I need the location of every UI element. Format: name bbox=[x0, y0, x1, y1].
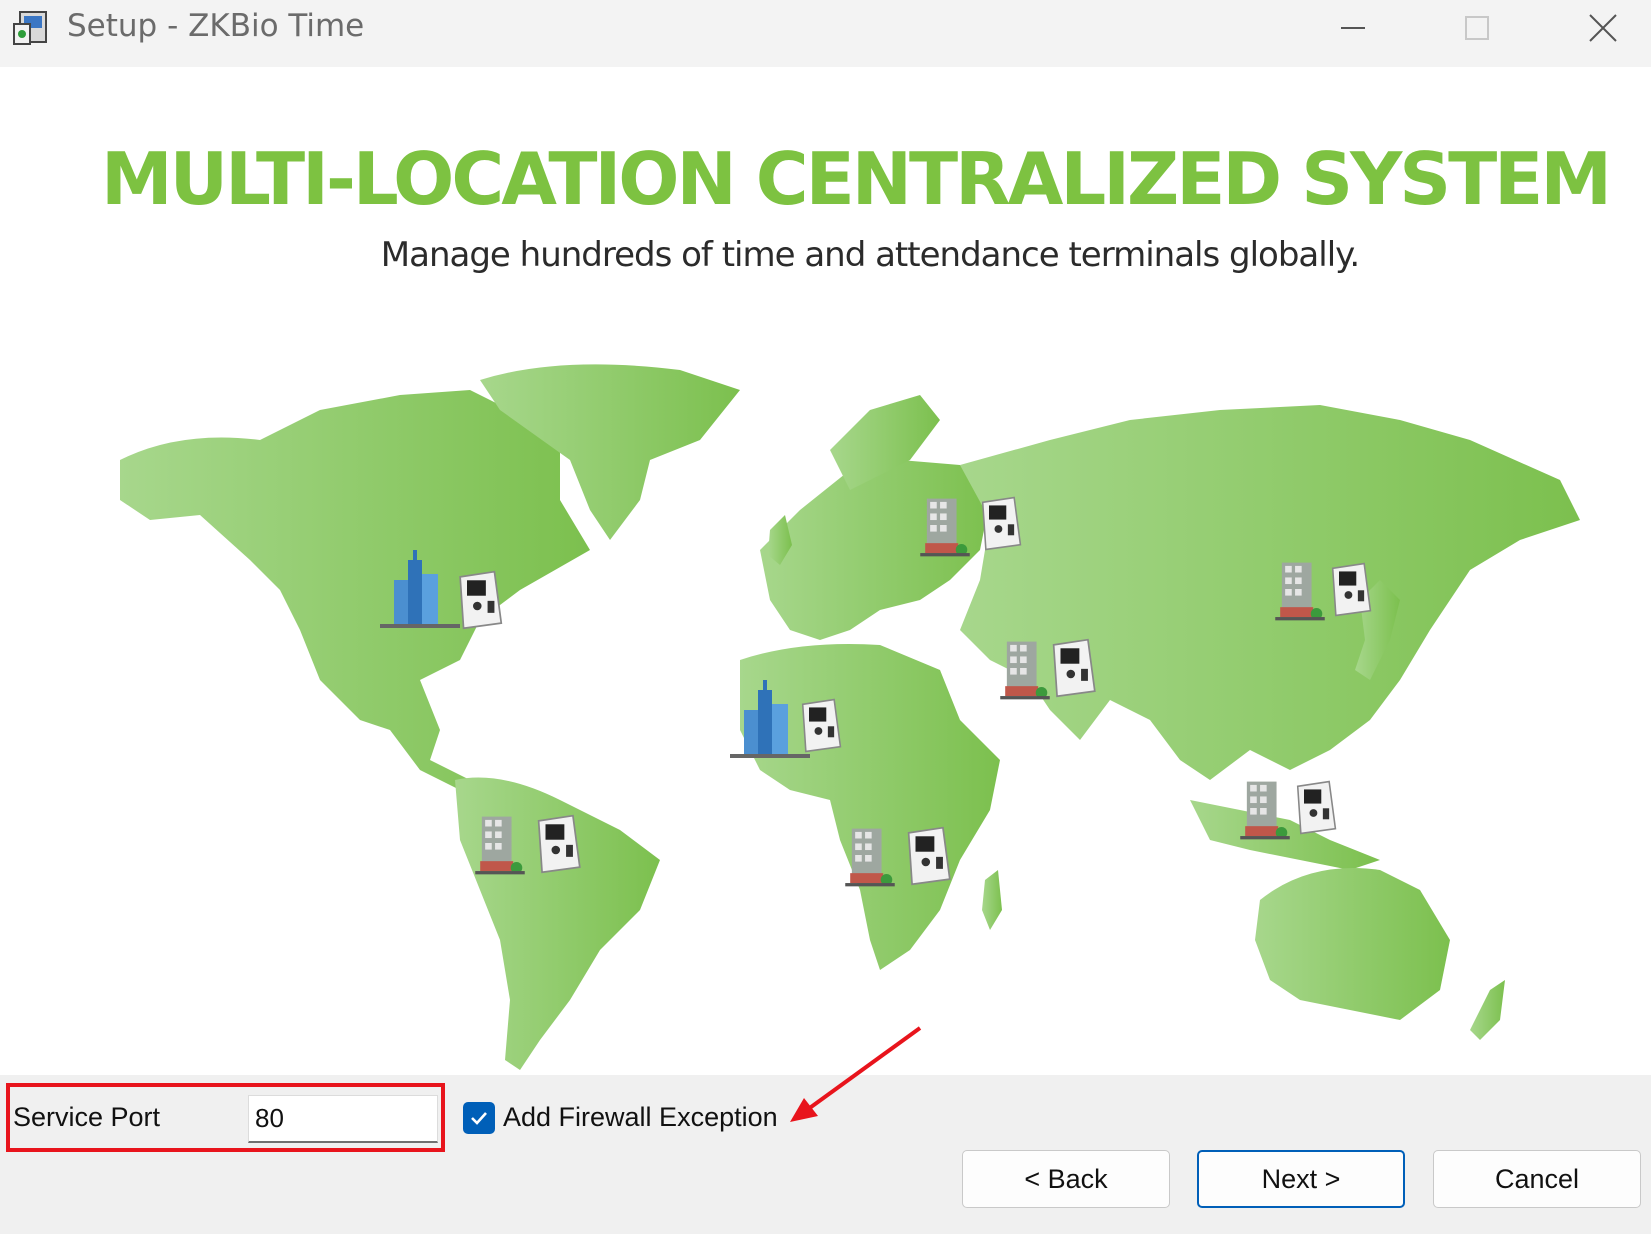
terminal-icon bbox=[907, 826, 951, 886]
maximize-button[interactable] bbox=[1422, 0, 1532, 56]
terminal-icon bbox=[801, 698, 842, 753]
service-port-input[interactable] bbox=[248, 1095, 438, 1143]
world-map-illustration bbox=[120, 364, 1580, 1070]
terminal-icon bbox=[981, 496, 1022, 551]
terminal-icon bbox=[459, 570, 503, 630]
back-button[interactable]: < Back bbox=[962, 1150, 1170, 1208]
terminal-icon bbox=[1296, 780, 1337, 835]
firewall-checkbox[interactable] bbox=[463, 1102, 495, 1134]
checkmark-icon bbox=[471, 1112, 487, 1125]
continents bbox=[120, 364, 1580, 1070]
close-icon bbox=[1589, 14, 1617, 42]
terminal-icon bbox=[537, 814, 581, 874]
building-icon bbox=[1240, 781, 1290, 840]
banner-headline: MULTI-LOCATION CENTRALIZED SYSTEM bbox=[100, 137, 1612, 221]
cancel-button[interactable]: Cancel bbox=[1433, 1150, 1641, 1208]
terminal-icon bbox=[1331, 562, 1372, 617]
next-button[interactable]: Next > bbox=[1197, 1150, 1405, 1208]
minimize-button[interactable] bbox=[1298, 0, 1408, 56]
firewall-label[interactable]: Add Firewall Exception bbox=[503, 1102, 778, 1133]
banner-area: MULTI-LOCATION CENTRALIZED SYSTEM Manage… bbox=[0, 67, 1651, 1075]
maximize-icon bbox=[1465, 16, 1489, 40]
window-title: Setup - ZKBio Time bbox=[67, 8, 365, 44]
service-port-label: Service Port bbox=[13, 1102, 161, 1132]
close-button[interactable] bbox=[1548, 0, 1651, 56]
title-bar: Setup - ZKBio Time bbox=[0, 0, 1651, 67]
minimize-icon bbox=[1341, 27, 1365, 29]
banner-subheadline: Manage hundreds of time and attendance t… bbox=[380, 235, 1360, 275]
annotation-arrow bbox=[790, 1026, 922, 1122]
setup-app-icon bbox=[13, 11, 47, 45]
terminal-icon bbox=[1052, 638, 1096, 698]
